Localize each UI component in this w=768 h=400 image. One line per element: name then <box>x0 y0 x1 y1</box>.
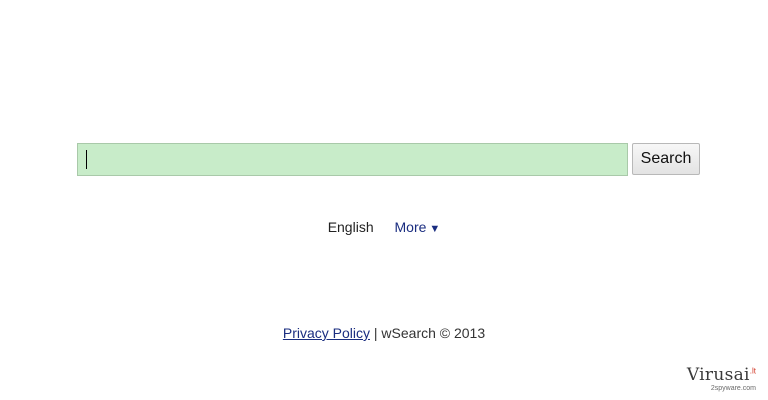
language-selector: English More ▼ <box>0 219 768 235</box>
footer: Privacy Policy | wSearch © 2013 <box>0 325 768 341</box>
search-bar: Search <box>77 143 700 176</box>
more-languages-link[interactable]: More ▼ <box>395 219 441 235</box>
privacy-policy-link[interactable]: Privacy Policy <box>283 325 370 341</box>
current-language: English <box>327 219 374 235</box>
triangle-down-icon: ▼ <box>429 223 441 235</box>
footer-separator: | <box>370 325 382 341</box>
watermark-logo: Virusai.lt 2spyware.com <box>686 365 756 393</box>
more-label: More <box>394 219 427 235</box>
watermark-subtext: 2spyware.com <box>710 385 756 392</box>
watermark-tld: .lt <box>749 366 756 376</box>
search-button[interactable]: Search <box>632 143 700 175</box>
search-input[interactable] <box>77 143 628 176</box>
text-caret <box>86 150 87 169</box>
watermark-main-text: Virusai <box>686 365 750 385</box>
copyright-text: wSearch © 2013 <box>381 325 486 341</box>
search-page: Search English More ▼ Privacy Policy | wS… <box>0 0 768 400</box>
